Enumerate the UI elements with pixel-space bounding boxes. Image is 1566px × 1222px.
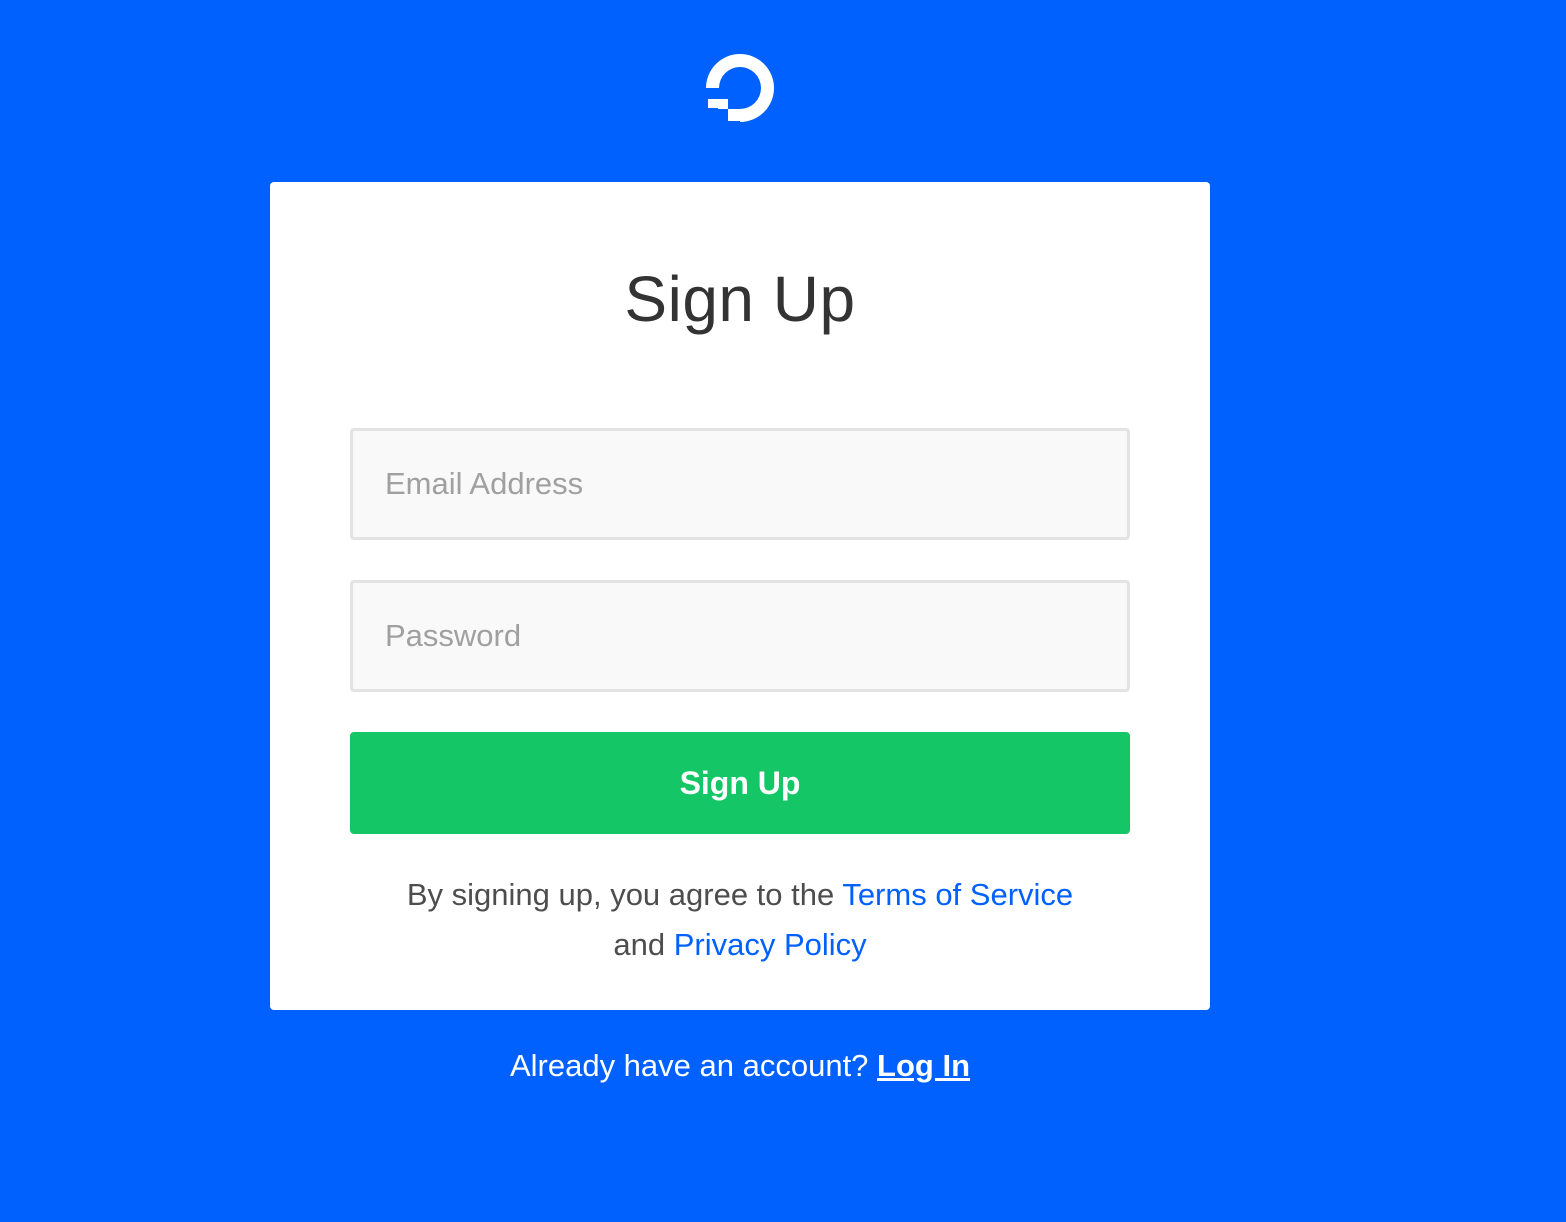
signup-card: Sign Up Sign Up By signing up, you agree… — [270, 182, 1210, 1010]
digitalocean-logo-icon[interactable] — [704, 52, 778, 124]
login-link[interactable]: Log In — [877, 1048, 970, 1083]
password-field[interactable] — [350, 580, 1130, 692]
email-field[interactable] — [350, 428, 1130, 540]
login-prompt-text: Already have an account? — [509, 1048, 869, 1083]
login-prompt: Already have an account? Log In — [0, 1048, 1480, 1084]
terms-prefix-text: By signing up, you agree to the — [406, 877, 835, 912]
terms-notice: By signing up, you agree to the Terms of… — [270, 870, 1210, 970]
terms-of-service-link[interactable]: Terms of Service — [842, 877, 1073, 912]
signup-button[interactable]: Sign Up — [350, 732, 1130, 834]
signup-page: Sign Up Sign Up By signing up, you agree… — [0, 0, 1566, 1222]
page-title: Sign Up — [624, 263, 856, 335]
terms-and-text: and — [613, 927, 666, 962]
privacy-policy-link[interactable]: Privacy Policy — [674, 927, 867, 962]
